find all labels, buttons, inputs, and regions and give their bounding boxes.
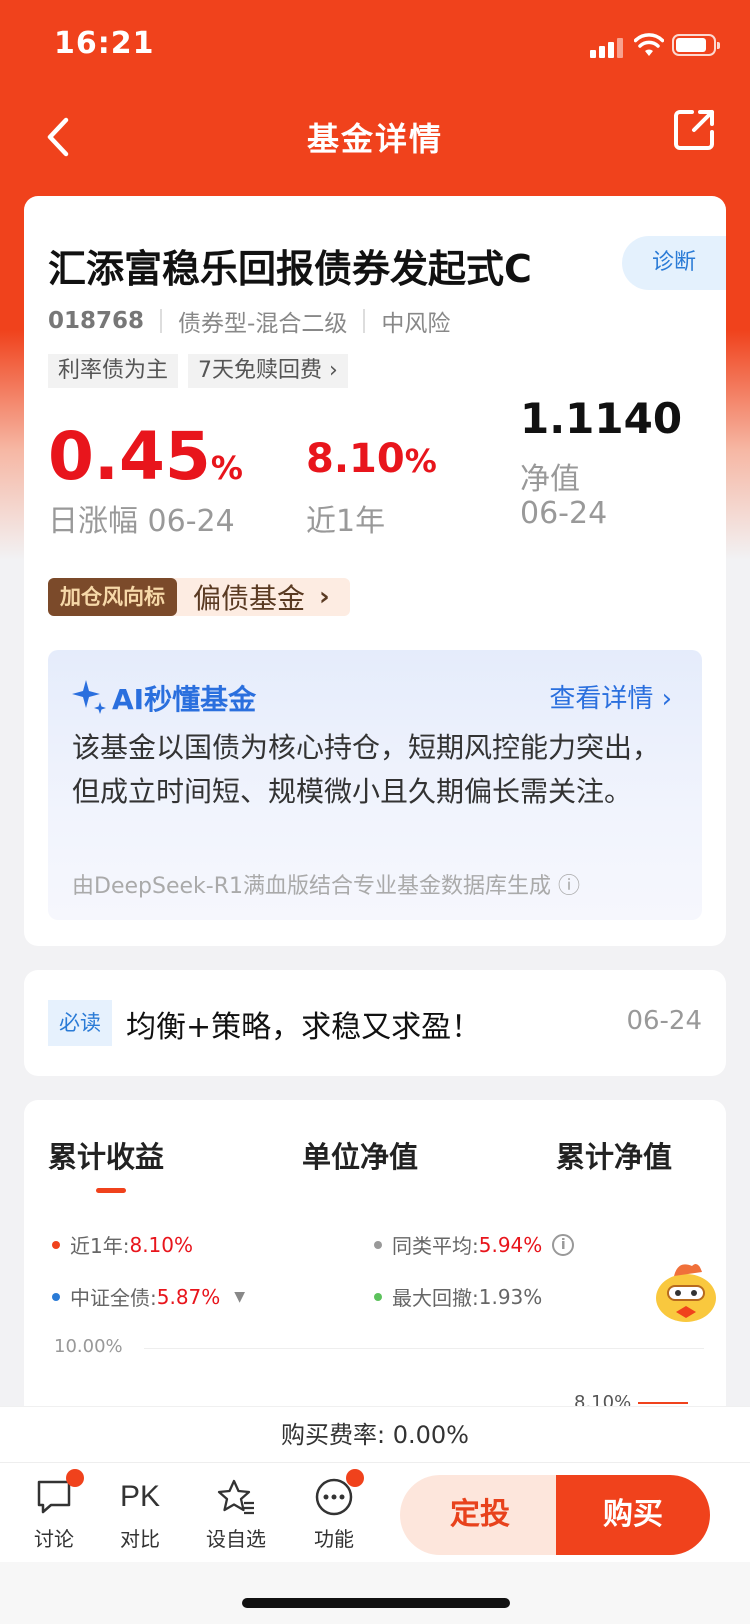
tab-cumulative-nav[interactable]: 累计净值 <box>556 1134 672 1176</box>
nav-date: 06-24 <box>520 496 608 531</box>
fund-risk: 中风险 <box>381 311 451 337</box>
discuss-label: 讨论 <box>34 1527 74 1551</box>
functions-label: 功能 <box>314 1527 354 1551</box>
ai-summary-box: AI秒懂基金 查看详情 › 该基金以国债为核心持仓，短期风控能力突出，但成立时间… <box>48 650 702 920</box>
must-read-headline: 均衡+策略，求稳又求盈！ <box>126 1010 482 1045</box>
year-return-stat: 8.10% <box>306 436 437 482</box>
watchlist-label: 设自选 <box>206 1527 266 1551</box>
battery-icon <box>672 34 720 56</box>
notification-dot <box>346 1469 364 1487</box>
compare-label: 对比 <box>120 1527 160 1551</box>
daily-change-value: 0.45 <box>48 418 211 495</box>
ai-details-link[interactable]: 查看详情 › <box>549 678 672 715</box>
discuss-button[interactable]: 讨论 <box>14 1469 94 1552</box>
chevron-right-icon: › <box>319 582 330 612</box>
legend-year-return: 近1年: 8.10% <box>52 1230 193 1259</box>
tag-rate-bond: 利率债为主 <box>48 354 179 388</box>
purchase-fee: 购买费率: 0.00% <box>0 1406 750 1462</box>
nav-value: 1.1140 <box>520 394 683 443</box>
legend-max-drawdown: 最大回撤: 1.93% <box>374 1282 542 1311</box>
year-return-label: 近1年 <box>306 504 386 539</box>
daily-change-label: 日涨幅 06-24 <box>48 504 235 539</box>
compare-button[interactable]: PK 对比 <box>100 1477 180 1552</box>
diagnose-button[interactable]: 诊断 <box>622 236 726 290</box>
sip-button[interactable]: 定投 <box>400 1475 560 1555</box>
fund-summary-card: 汇添富稳乐回报债券发起式C 诊断 018768 债券型-混合二级 中风险 利率债… <box>24 196 726 946</box>
home-indicator-area <box>0 1562 750 1624</box>
must-read-card[interactable]: 必读 均衡+策略，求稳又求盈！ 06-24 <box>24 970 726 1076</box>
dropdown-caret-icon: ▼ <box>234 1288 246 1305</box>
notification-dot <box>66 1469 84 1487</box>
nav-label: 净值 <box>520 462 580 497</box>
fund-code: 018768 <box>48 308 145 334</box>
legend-category-average: 同类平均: 5.94% i <box>374 1230 575 1259</box>
daily-change-unit: % <box>210 449 243 487</box>
star-list-icon <box>217 1479 254 1515</box>
nav-bar: 基金详情 <box>0 96 750 176</box>
sparkle-icon <box>72 680 106 714</box>
must-read-date: 06-24 <box>626 1006 702 1036</box>
tab-unit-nav[interactable]: 单位净值 <box>302 1134 418 1176</box>
gridline <box>144 1348 704 1349</box>
home-indicator[interactable] <box>242 1598 510 1608</box>
ai-footnote: 由DeepSeek-R1满血版结合专业基金数据库生成 ⓘ <box>72 874 580 899</box>
fund-name: 汇添富稳乐回报债券发起式C <box>48 247 532 291</box>
page-title: 基金详情 <box>306 120 443 158</box>
tab-cumulative-return[interactable]: 累计收益 <box>48 1134 164 1176</box>
watchlist-button[interactable]: 设自选 <box>196 1477 276 1552</box>
banner-text: 偏债基金 <box>193 582 306 615</box>
signal-icon <box>590 36 624 58</box>
must-read-tag: 必读 <box>48 1000 112 1046</box>
active-tab-indicator <box>96 1188 126 1193</box>
line-end-marker <box>638 1402 688 1404</box>
share-icon[interactable] <box>670 106 718 154</box>
status-time: 16:21 <box>54 26 155 61</box>
y-axis-top-label: 10.00% <box>54 1336 123 1357</box>
fund-meta: 018768 债券型-混合二级 中风险 <box>48 304 450 338</box>
fund-type: 债券型-混合二级 <box>178 311 348 337</box>
banner-badge: 加仓风向标 <box>48 578 177 616</box>
year-return-value: 8.10 <box>306 436 405 482</box>
legend-index[interactable]: 中证全债: 5.87% ▼ <box>52 1282 245 1311</box>
status-bar: 16:21 <box>0 0 750 90</box>
functions-button[interactable]: 功能 <box>294 1469 374 1552</box>
pk-icon: PK <box>120 1480 161 1513</box>
daily-change-stat: 0.45% <box>48 418 243 495</box>
fund-tags: 利率债为主 7天免赎回费 › <box>48 354 348 388</box>
tag-redemption-fee[interactable]: 7天免赎回费 › <box>188 354 348 388</box>
wifi-icon <box>634 33 664 56</box>
ai-summary-text: 该基金以国债为核心持仓，短期风控能力突出，但成立时间短、规模微小且久期偏长需关注… <box>72 731 661 808</box>
position-indicator-banner[interactable]: 加仓风向标 偏债基金 › <box>48 578 350 616</box>
buy-button[interactable]: 购买 <box>556 1475 710 1555</box>
mascot-icon[interactable] <box>652 1256 724 1326</box>
info-icon[interactable]: i <box>552 1233 575 1256</box>
year-return-unit: % <box>404 442 437 480</box>
ai-title: AI秒懂基金 <box>112 683 257 716</box>
bottom-toolbar: 讨论 PK 对比 设自选 功能 定投 购买 <box>0 1462 750 1562</box>
